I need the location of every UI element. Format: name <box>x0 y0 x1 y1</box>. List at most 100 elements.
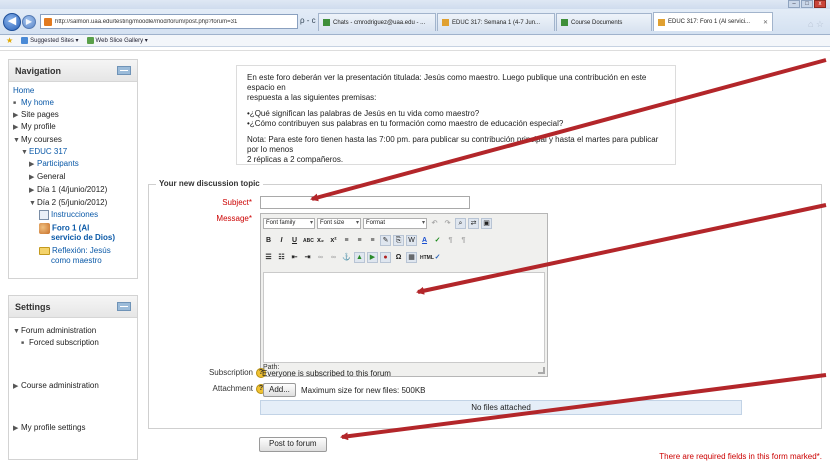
url-text[interactable]: http://salmon.uaa.edu/testing/moodle/mod… <box>55 19 297 25</box>
forward-button[interactable]: ▶ <box>22 15 36 29</box>
strikethrough-icon[interactable]: ABC <box>302 235 314 246</box>
underline-icon[interactable]: U <box>289 235 300 246</box>
settings-block: Settings ▼Forum administration ■ Forced s… <box>8 295 138 460</box>
expand-arrow-icon: ▶ <box>13 425 19 432</box>
collapse-block-icon[interactable] <box>117 66 131 75</box>
italic-icon[interactable]: I <box>276 235 287 246</box>
nav-item-home[interactable]: Home <box>13 86 34 96</box>
nav-item-label: Reflexión: Jesús <box>52 246 111 255</box>
numbered-list-icon[interactable]: ☷ <box>276 252 287 263</box>
fullscreen-icon[interactable]: ▣ <box>481 218 492 229</box>
favorite-suggested-sites[interactable]: Suggested Sites ▾ <box>21 37 79 44</box>
nav-item-reflexion[interactable]: Reflexión: Jesús <box>39 246 111 256</box>
close-button[interactable]: x <box>814 0 826 8</box>
table-icon[interactable]: ▦ <box>406 252 417 263</box>
nav-item-label: Día 1 (4/junio/2012) <box>37 185 108 194</box>
find-icon[interactable]: ⌕ <box>455 218 466 229</box>
superscript-icon[interactable]: x² <box>328 235 339 246</box>
format-select[interactable]: Format <box>363 218 427 229</box>
maximize-button[interactable]: □ <box>801 0 813 8</box>
message-label: Message* <box>172 214 252 223</box>
nav-item-label: Instrucciones <box>51 210 99 220</box>
paste-text-icon[interactable]: ⎘ <box>393 235 404 246</box>
subscript-icon[interactable]: x₂ <box>315 235 326 246</box>
favorites-star-icon[interactable]: ★ <box>6 36 13 45</box>
tab-course-documents[interactable]: Course Documents <box>556 13 652 31</box>
html-source-icon[interactable]: HTML <box>419 252 434 263</box>
tab-chats[interactable]: Chats - cmrodriguez@uaa.edu - ... <box>318 13 436 31</box>
moodle-media-icon[interactable]: ● <box>380 252 391 263</box>
nav-item-dia-1[interactable]: ▶ Día 1 (4/junio/2012) <box>29 185 107 196</box>
outdent-icon[interactable]: ⇤ <box>289 252 300 263</box>
tab-favicon-icon <box>442 19 449 26</box>
paste-word-icon[interactable]: W <box>406 235 417 246</box>
nav-item-foro-1-cont[interactable]: servicio de Dios) <box>51 233 115 243</box>
media-icon[interactable]: ▶ <box>367 252 378 263</box>
clean-code-icon[interactable]: ✎ <box>380 235 391 246</box>
nav-item-instrucciones[interactable]: Instrucciones <box>39 210 98 220</box>
rtl-icon[interactable]: ¶ <box>458 235 469 246</box>
bold-icon[interactable]: B <box>263 235 274 246</box>
link-icon[interactable]: ∞ <box>315 252 326 263</box>
nav-item-general[interactable]: ▶ General <box>29 172 65 183</box>
editor-toolbar-row-1: Font family Font size Format ↶ ↷ ⌕ ⇄ ▣ <box>263 217 492 230</box>
settings-item-course-admin[interactable]: ▶ Course administration <box>13 381 99 392</box>
nav-item-my-profile[interactable]: ▶ My profile <box>13 122 56 133</box>
expand-arrow-icon: ▶ <box>29 187 35 194</box>
expand-arrow-icon: ▶ <box>13 383 19 390</box>
no-files-attached-area[interactable]: No files attached <box>260 400 742 415</box>
subject-input[interactable] <box>260 196 470 209</box>
home-star-icons[interactable]: ⌂ ☆ <box>808 19 824 30</box>
back-button[interactable]: ◀ <box>3 13 21 31</box>
special-char-icon[interactable]: Ω <box>393 252 404 263</box>
navigation-title: Navigation <box>15 65 62 76</box>
font-family-select[interactable]: Font family <box>263 218 315 229</box>
editor-resize-handle[interactable] <box>538 367 545 374</box>
address-bar[interactable]: http://salmon.uaa.edu/testing/moodle/mod… <box>40 14 298 29</box>
expand-arrow-icon: ▶ <box>13 124 19 131</box>
unlink-icon[interactable]: ∞ <box>328 252 339 263</box>
subscription-label-text: Subscription <box>208 368 253 378</box>
text-color-icon[interactable]: A <box>419 235 430 246</box>
nav-item-site-pages[interactable]: ▶ Site pages <box>13 110 59 121</box>
settings-item-forum-admin[interactable]: ▼Forum administration <box>13 326 96 337</box>
tab-foro-1[interactable]: EDUC 317: Foro 1 (Al servici... ✕ <box>653 12 773 31</box>
nav-item-label: EDUC 317 <box>29 147 68 156</box>
tab-favicon-icon <box>658 18 665 26</box>
spellcheck-icon[interactable]: ✓ <box>432 252 443 263</box>
replace-icon[interactable]: ⇄ <box>468 218 479 229</box>
undo-icon[interactable]: ↶ <box>429 218 440 229</box>
settings-item-my-profile-settings[interactable]: ▶ My profile settings <box>13 423 85 434</box>
message-text-area[interactable] <box>263 272 545 363</box>
collapse-block-icon[interactable] <box>117 302 131 311</box>
image-icon[interactable]: ▲ <box>354 252 365 263</box>
add-file-button[interactable]: Add... <box>263 383 296 397</box>
minimize-button[interactable]: – <box>788 0 800 8</box>
nav-item-reflexion-cont[interactable]: como maestro <box>51 256 102 266</box>
nav-item-dia-2[interactable]: ▼Día 2 (5/junio/2012) <box>29 198 107 209</box>
align-center-icon[interactable]: ≡ <box>354 235 365 246</box>
font-size-select[interactable]: Font size <box>317 218 361 229</box>
align-left-icon[interactable]: ≡ <box>341 235 352 246</box>
settings-item-forced-subscription[interactable]: ■ Forced subscription <box>21 338 99 348</box>
nav-item-participants[interactable]: ▶ Participants <box>29 159 79 170</box>
settings-item-label: Forum administration <box>21 326 97 335</box>
nav-item-my-home[interactable]: ■ My home <box>13 98 54 108</box>
fieldset-legend: Your new discussion topic <box>156 179 263 188</box>
highlight-color-icon[interactable]: ✓ <box>432 235 443 246</box>
indent-icon[interactable]: ⇥ <box>302 252 313 263</box>
ltr-icon[interactable]: ¶ <box>445 235 456 246</box>
tab-close-icon[interactable]: ✕ <box>763 19 768 26</box>
bullet-list-icon[interactable]: ☰ <box>263 252 274 263</box>
favorite-web-slice-gallery[interactable]: Web Slice Gallery ▾ <box>86 37 148 44</box>
align-right-icon[interactable]: ≡ <box>367 235 378 246</box>
tab-semana-1[interactable]: EDUC 317: Semana 1 (4-7 Jun... <box>437 13 555 31</box>
redo-icon[interactable]: ↷ <box>442 218 453 229</box>
nav-item-my-courses[interactable]: ▼My courses <box>13 135 62 146</box>
subject-label: Subject* <box>172 198 252 207</box>
post-to-forum-button[interactable]: Post to forum <box>259 437 327 452</box>
nav-item-educ-317[interactable]: ▼EDUC 317 <box>21 147 67 158</box>
tab-label: Chats - cmrodriguez@uaa.edu - ... <box>333 19 426 26</box>
anchor-icon[interactable]: ⚓ <box>341 252 352 263</box>
tab-label: EDUC 317: Semana 1 (4-7 Jun... <box>452 19 541 26</box>
